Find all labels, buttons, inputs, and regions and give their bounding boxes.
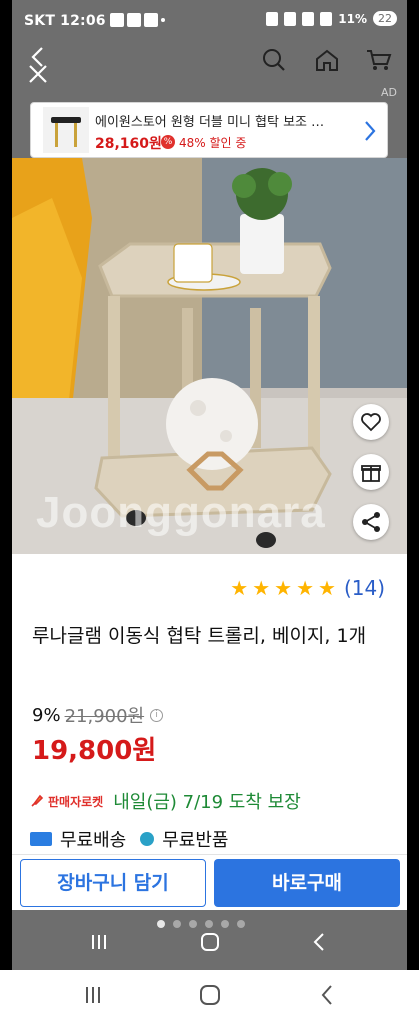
product-info: ★ ★ ★ ★ ★ (14) 루나글램 이동식 협탁 트롤리, 베이지, 1개 …: [12, 554, 407, 854]
return-icon: [140, 832, 155, 846]
share-icon: [362, 512, 380, 532]
ad-thumbnail: [43, 107, 89, 153]
notification-count: 22: [373, 11, 397, 26]
info-icon[interactable]: i: [150, 708, 164, 722]
notification-icon: [127, 13, 141, 27]
cart-icon[interactable]: [366, 48, 392, 72]
home-button-icon[interactable]: [199, 984, 221, 1006]
ad-discount: 48% 할인 중: [179, 136, 247, 150]
gift-icon: [361, 465, 381, 482]
buy-now-button[interactable]: 바로구매: [214, 859, 400, 907]
ad-price: 28,160원: [95, 136, 162, 152]
home-icon[interactable]: [314, 48, 340, 72]
back-button-icon[interactable]: [312, 932, 326, 952]
truck-icon: [30, 832, 52, 846]
discount-badge-icon: %: [161, 135, 175, 149]
watermark-text: Joonggonara: [36, 488, 326, 537]
seller-rocket-label: 판매자로켓: [48, 794, 104, 809]
action-bar: 장바구니 담기 바로구매: [12, 854, 407, 910]
discount-percent: 9%: [32, 704, 61, 726]
free-shipping: 무료배송: [60, 830, 127, 851]
screen: SKT 12:06 11% 22 AD 에이원스토어 원형 더블 미니 협탁 보…: [12, 0, 407, 970]
chevron-right-icon: [365, 121, 376, 141]
device-frame: SKT 12:06 11% 22 AD 에이원스토어 원형 더블 미니 협탁 보…: [0, 0, 419, 970]
notification-icon: [144, 13, 158, 27]
star-icon: ★: [296, 576, 314, 600]
star-icon: ★: [230, 576, 249, 600]
sale-price: 19,800원: [32, 736, 157, 766]
back-button-icon[interactable]: [320, 984, 334, 1006]
close-icon[interactable]: [28, 64, 48, 84]
original-price: 21,900원: [64, 706, 145, 727]
heart-icon: [361, 413, 381, 432]
battery-level: 11%: [338, 11, 367, 26]
system-navbar: [0, 970, 419, 1024]
star-icon: ★: [274, 576, 293, 600]
product-title: 루나글램 이동식 협탁 트롤리, 베이지, 1개: [32, 625, 367, 647]
free-return: 무료반품: [162, 830, 229, 851]
ad-banner[interactable]: 에이원스토어 원형 더블 미니 협탁 보조 … 28,160원 % 48% 할인…: [30, 102, 388, 158]
ad-banner-area: AD 에이원스토어 원형 더블 미니 협탁 보조 … 28,160원 % 48%…: [12, 86, 407, 158]
star-icon: ★: [252, 576, 271, 600]
status-right: 11% 22: [266, 11, 397, 26]
recent-apps-icon[interactable]: [84, 986, 102, 1004]
product-image[interactable]: Joonggonara: [12, 158, 407, 554]
gift-button[interactable]: [353, 454, 389, 490]
ad-title: 에이원스토어 원형 더블 미니 협탁 보조 …: [95, 115, 325, 130]
signal-icon: [320, 11, 333, 26]
home-button-icon[interactable]: [200, 932, 220, 952]
add-to-cart-button[interactable]: 장바구니 담기: [20, 859, 206, 907]
star-icon: ★: [318, 576, 336, 600]
shipping-row: 무료배송 무료반품: [30, 826, 229, 852]
wishlist-button[interactable]: [353, 404, 389, 440]
notification-icon: [110, 13, 124, 27]
rocket-icon: [31, 794, 44, 807]
status-time: SKT 12:06: [24, 13, 106, 29]
delivery-date: 내일(금) 7/19 도착 보장: [113, 792, 301, 813]
inner-system-navbar: [12, 910, 407, 970]
recent-apps-icon[interactable]: [90, 934, 108, 950]
delivery-row: 판매자로켓 내일(금) 7/19 도착 보장: [30, 788, 301, 814]
more-notifications-icon: [161, 18, 165, 22]
page-indicator: [157, 920, 245, 928]
rating[interactable]: ★ ★ ★ ★ ★ (14): [230, 576, 385, 600]
discount-row: 9% 21,900원 i: [32, 702, 164, 728]
review-count[interactable]: (14): [344, 576, 385, 600]
share-button[interactable]: [353, 504, 389, 540]
wifi-icon: [302, 11, 315, 26]
search-icon[interactable]: [262, 48, 286, 72]
top-navbar: [12, 40, 407, 86]
alarm-icon: [266, 11, 279, 26]
status-bar: SKT 12:06 11% 22: [12, 0, 407, 40]
status-notification-icons: [110, 13, 165, 27]
mute-icon: [284, 11, 297, 26]
ad-label: AD: [381, 86, 397, 99]
